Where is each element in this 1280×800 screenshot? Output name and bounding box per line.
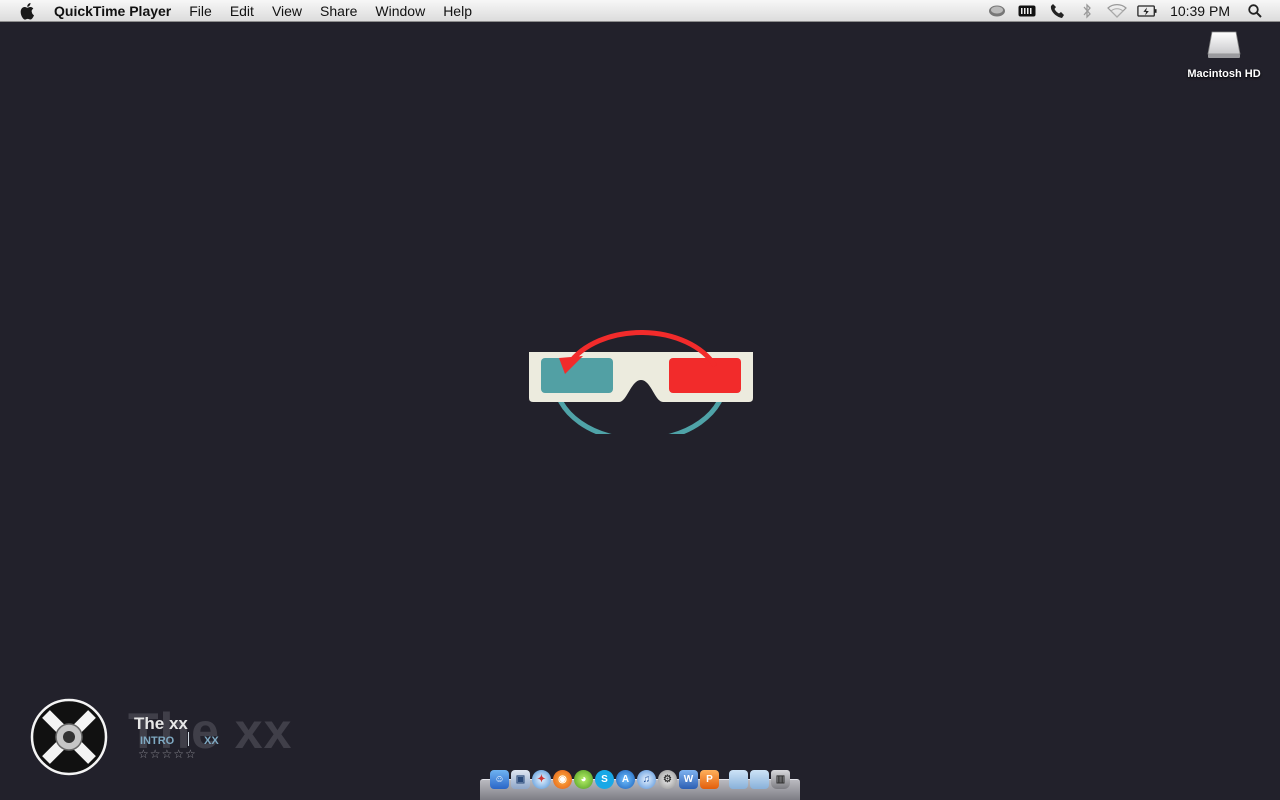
apple-menu-icon[interactable] xyxy=(18,1,38,21)
menu-edit[interactable]: Edit xyxy=(221,0,263,22)
menu-bar: QuickTime Player File Edit View Share Wi… xyxy=(0,0,1280,22)
dock: ☺ ▣ ✦ ◉ ◕ S A ♫ ⚙ W P ▥ xyxy=(480,770,800,800)
menu-window[interactable]: Window xyxy=(366,0,434,22)
menu-share[interactable]: Share xyxy=(311,0,366,22)
app-menu-quicktime[interactable]: QuickTime Player xyxy=(54,0,180,22)
bluetooth-icon[interactable] xyxy=(1077,2,1097,19)
firefox-icon[interactable]: ◉ xyxy=(553,770,572,789)
word-icon[interactable]: W xyxy=(679,770,698,789)
battery-charging-icon[interactable] xyxy=(1137,3,1157,19)
time-machine-icon[interactable] xyxy=(987,3,1007,19)
track-song: INTRO xyxy=(140,735,175,747)
track-album: XX xyxy=(204,735,219,747)
preview-icon[interactable]: ▣ xyxy=(511,770,530,789)
system-preferences-icon[interactable]: ⚙ xyxy=(658,770,677,789)
wifi-icon[interactable] xyxy=(1107,3,1127,19)
finder-icon[interactable]: ☺ xyxy=(490,770,509,789)
spotlight-search-icon[interactable] xyxy=(1245,3,1265,19)
now-playing-widget[interactable]: The xx The xx INTRO XX ☆☆☆☆☆ xyxy=(30,698,330,778)
track-separator xyxy=(188,732,189,746)
downloads-folder-icon[interactable] xyxy=(750,770,769,789)
battery-icon[interactable] xyxy=(1017,3,1037,19)
macintosh-hd-desktop-icon[interactable]: Macintosh HD xyxy=(1182,30,1266,80)
menubar-clock[interactable]: 10:39 PM xyxy=(1162,3,1240,19)
menu-help[interactable]: Help xyxy=(434,0,481,22)
skype-icon[interactable]: S xyxy=(595,770,614,789)
track-rating-stars[interactable]: ☆☆☆☆☆ xyxy=(138,747,197,761)
powerpoint-icon[interactable]: P xyxy=(700,770,719,789)
app-store-icon[interactable]: A xyxy=(616,770,635,789)
macintosh-hd-label: Macintosh HD xyxy=(1187,68,1261,80)
safari-icon[interactable]: ✦ xyxy=(532,770,551,789)
adium-icon[interactable]: ◕ xyxy=(574,770,593,789)
menu-view[interactable]: View xyxy=(263,0,311,22)
itunes-icon[interactable]: ♫ xyxy=(637,770,656,789)
trash-icon[interactable]: ▥ xyxy=(771,770,790,789)
track-artist: The xx xyxy=(134,714,188,733)
3d-glasses-logo xyxy=(525,322,757,443)
documents-folder-icon[interactable] xyxy=(729,770,748,789)
phone-icon[interactable] xyxy=(1047,3,1067,19)
menu-file[interactable]: File xyxy=(180,0,221,22)
hard-drive-icon xyxy=(1207,31,1241,58)
xx-album-art-icon[interactable] xyxy=(30,698,108,776)
